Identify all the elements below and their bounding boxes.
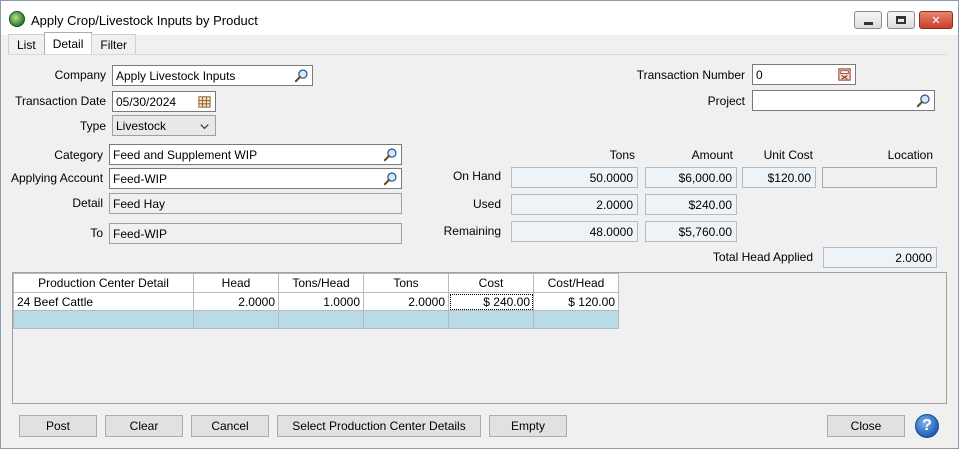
grid-header-production-center-detail[interactable]: Production Center Detail: [13, 273, 194, 293]
transaction-date-label: Transaction Date: [15, 94, 106, 108]
new-row-cell[interactable]: [448, 310, 534, 329]
company-value: Apply Livestock Inputs: [116, 68, 236, 83]
calendar-icon[interactable]: [197, 94, 212, 109]
close-window-button[interactable]: ✕: [919, 11, 953, 29]
transaction-number-value: 0: [756, 67, 763, 82]
magnifier-icon[interactable]: [383, 171, 398, 186]
total-head-applied-value: 2.0000: [823, 247, 937, 268]
cell-production-center-detail[interactable]: 24 Beef Cattle: [13, 292, 194, 311]
window-title: Apply Crop/Livestock Inputs by Product: [31, 13, 258, 28]
col-header-unit-cost: Unit Cost: [763, 148, 813, 162]
on-hand-label: On Hand: [452, 169, 501, 183]
project-label: Project: [707, 94, 745, 108]
new-row-cell[interactable]: [278, 310, 364, 329]
on-hand-tons: 50.0000: [511, 167, 638, 188]
chevron-down-icon: [200, 124, 209, 130]
applying-account-label: Applying Account: [11, 171, 104, 185]
detail-value: Feed Hay: [113, 196, 166, 211]
used-tons: 2.0000: [511, 194, 638, 215]
new-row-cell[interactable]: [363, 310, 449, 329]
empty-button[interactable]: Empty: [489, 415, 567, 437]
cell-cost[interactable]: $ 240.00: [448, 292, 534, 311]
magnifier-icon[interactable]: [383, 147, 398, 162]
maximize-button[interactable]: [887, 11, 915, 29]
cell-cost-per-head[interactable]: $ 120.00: [533, 292, 619, 311]
tab-divider: [8, 54, 946, 55]
detail-field: Feed Hay: [109, 193, 402, 214]
to-field: Feed-WIP: [109, 223, 402, 244]
unit-cost-value: $120.00: [742, 167, 816, 188]
to-label: To: [90, 226, 103, 240]
minimize-icon: [863, 21, 873, 25]
new-row-cell[interactable]: [533, 310, 619, 329]
clear-button[interactable]: Clear: [105, 415, 183, 437]
close-button[interactable]: Close: [827, 415, 905, 437]
col-header-tons: Tons: [609, 148, 635, 162]
close-icon: ✕: [931, 14, 941, 27]
grid-table: Production Center Detail Head Tons/Head …: [13, 273, 619, 329]
table-row: 24 Beef Cattle 2.0000 1.0000 2.0000 $ 24…: [13, 292, 619, 311]
transaction-number-field[interactable]: 0: [752, 64, 856, 85]
tab-detail[interactable]: Detail: [43, 32, 93, 55]
category-label: Category: [54, 148, 103, 162]
new-row-cell[interactable]: [193, 310, 279, 329]
apply-inputs-window: Apply Crop/Livestock Inputs by Product ✕…: [0, 0, 959, 449]
help-icon[interactable]: ?: [915, 414, 939, 438]
maximize-icon: [896, 16, 906, 24]
app-logo-icon: [9, 11, 25, 27]
calculator-icon[interactable]: [837, 67, 852, 82]
col-header-location: Location: [887, 148, 933, 162]
company-label: Company: [54, 68, 106, 82]
tab-list[interactable]: List: [8, 34, 45, 55]
type-label: Type: [79, 119, 106, 133]
select-production-center-details-button[interactable]: Select Production Center Details: [277, 415, 481, 437]
location-value: [822, 167, 937, 188]
grid-header-tons[interactable]: Tons: [363, 273, 449, 293]
on-hand-amount: $6,000.00: [645, 167, 737, 188]
remaining-label: Remaining: [443, 224, 501, 238]
used-label: Used: [472, 197, 501, 211]
tab-filter[interactable]: Filter: [91, 34, 137, 55]
new-row-cell[interactable]: [13, 310, 194, 329]
applying-account-value: Feed-WIP: [113, 171, 168, 186]
detail-label: Detail: [72, 196, 103, 210]
company-field[interactable]: Apply Livestock Inputs: [112, 65, 313, 86]
magnifier-icon[interactable]: [294, 68, 309, 83]
new-row[interactable]: [13, 310, 619, 329]
transaction-date-field[interactable]: 05/30/2024: [112, 91, 216, 112]
remaining-amount: $5,760.00: [645, 221, 737, 242]
transaction-number-label: Transaction Number: [636, 68, 745, 82]
to-value: Feed-WIP: [113, 226, 168, 241]
total-head-applied-label: Total Head Applied: [712, 250, 813, 264]
cancel-button[interactable]: Cancel: [191, 415, 269, 437]
minimize-button[interactable]: [854, 11, 882, 29]
grid-header-cost[interactable]: Cost: [448, 273, 534, 293]
grid-header-tons-per-head[interactable]: Tons/Head: [278, 273, 364, 293]
tab-strip: List Detail Filter: [8, 32, 137, 55]
used-amount: $240.00: [645, 194, 737, 215]
grid-header-head[interactable]: Head: [193, 273, 279, 293]
col-header-amount: Amount: [691, 148, 733, 162]
applying-account-field[interactable]: Feed-WIP: [109, 168, 402, 189]
transaction-date-value: 05/30/2024: [116, 94, 177, 109]
cell-tons-per-head[interactable]: 1.0000: [278, 292, 364, 311]
project-field[interactable]: [752, 90, 935, 111]
post-button[interactable]: Post: [19, 415, 97, 437]
category-value: Feed and Supplement WIP: [113, 147, 258, 162]
magnifier-icon[interactable]: [916, 93, 931, 108]
title-bar: Apply Crop/Livestock Inputs by Product ✕: [1, 1, 958, 35]
remaining-tons: 48.0000: [511, 221, 638, 242]
type-select[interactable]: Livestock: [112, 115, 216, 136]
grid-header-cost-per-head[interactable]: Cost/Head: [533, 273, 619, 293]
category-field[interactable]: Feed and Supplement WIP: [109, 144, 402, 165]
type-value: Livestock: [116, 118, 167, 133]
cell-tons[interactable]: 2.0000: [363, 292, 449, 311]
production-center-grid: Production Center Detail Head Tons/Head …: [12, 272, 947, 404]
cell-head[interactable]: 2.0000: [193, 292, 279, 311]
